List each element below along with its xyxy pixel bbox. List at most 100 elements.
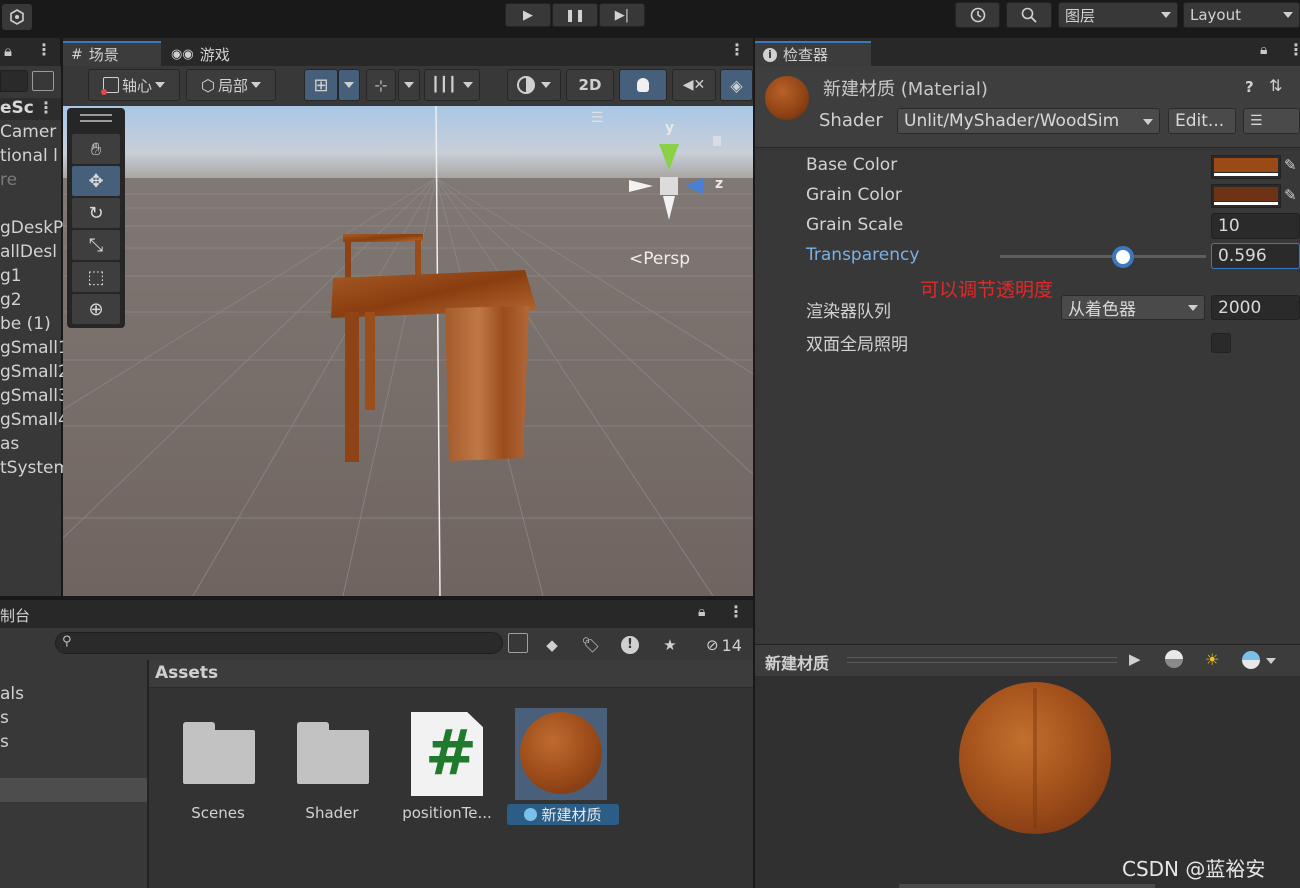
search-mode-icon[interactable] (508, 633, 528, 653)
asset-material-selected[interactable]: 新建材质 (507, 704, 619, 830)
rotate-tool-button[interactable]: ↻ (72, 198, 120, 228)
hierarchy-item[interactable]: gSmall1 (0, 338, 69, 358)
hierarchy-item[interactable]: re (0, 170, 17, 190)
layout-dropdown[interactable]: Layout (1183, 2, 1300, 28)
more-menu-icon[interactable]: ⋮ (1288, 40, 1300, 59)
eyedropper-icon[interactable]: ✎ (1284, 156, 1297, 174)
scene-root-row[interactable]: eSc ⋮ (0, 98, 61, 120)
grain-color-swatch[interactable] (1211, 184, 1281, 208)
palette-grip[interactable] (80, 114, 112, 122)
scene-viewport[interactable]: y z <Persp ☰ (63, 106, 753, 596)
project-search-input[interactable]: ⚲ (55, 632, 503, 654)
more-menu-icon[interactable]: ⋮ (36, 40, 52, 59)
render-queue-input[interactable]: 2000 (1211, 295, 1300, 320)
hierarchy-search-input[interactable] (0, 70, 28, 92)
ruler-dropdown[interactable]: ┃┃┃ (424, 69, 480, 101)
hierarchy-item[interactable]: as (0, 434, 19, 454)
toggle-2d-button[interactable]: 2D (566, 69, 614, 101)
effects-toggle[interactable]: ◈ (720, 69, 753, 101)
preview-lights-icon[interactable]: ☀ (1205, 650, 1219, 669)
transparency-input[interactable]: 0.596 (1211, 243, 1300, 269)
transform-icon: ⊕ (88, 298, 104, 320)
pause-button[interactable]: ❚❚ (552, 3, 598, 27)
render-queue-dropdown[interactable]: 从着色器 (1061, 295, 1205, 320)
gizmo-menu-icon[interactable]: ☰ (591, 110, 604, 126)
layers-dropdown[interactable]: 图层 (1058, 2, 1178, 28)
tab-game[interactable]: ◉◉ 游戏 (171, 42, 230, 66)
preview-mesh-icon[interactable] (1165, 650, 1183, 668)
tab-console[interactable]: 制台 (0, 603, 30, 628)
increment-snap-toggle[interactable]: ⊹ (366, 69, 396, 101)
asset-script-position[interactable]: # positionTe... (399, 710, 495, 830)
hierarchy-item[interactable]: gSmall4 (0, 410, 69, 430)
play-preview-icon[interactable]: ▶ (1129, 650, 1141, 668)
ruler-icon: ┃┃┃ (431, 77, 457, 93)
double-sided-gi-checkbox[interactable] (1211, 333, 1231, 353)
log-types-button[interactable]: ! (615, 632, 645, 658)
increment-snap-dropdown[interactable] (398, 69, 420, 101)
slider-thumb[interactable] (1111, 246, 1134, 268)
asset-folder-shader[interactable]: Shader (287, 710, 377, 830)
pivot-dropdown[interactable]: 轴心 (88, 69, 180, 101)
tree-item-selected[interactable] (0, 778, 147, 802)
grid-snap-toggle[interactable]: ⊞ (304, 69, 338, 101)
hierarchy-item[interactable]: be (1) (0, 314, 51, 334)
base-color-swatch[interactable] (1211, 155, 1281, 179)
filter-by-label-button[interactable]: 🏷︎ (576, 632, 606, 658)
more-menu-icon[interactable]: ⋮ (728, 602, 744, 621)
more-menu-icon[interactable]: ⋮ (729, 40, 745, 59)
grid-snap-icon: ⊞ (313, 74, 329, 96)
audio-toggle[interactable]: ◀✕ (672, 69, 716, 101)
lighting-toggle[interactable] (619, 69, 667, 101)
step-button[interactable]: ▶| (599, 3, 645, 27)
hidden-packages-button[interactable]: ⊘ 14 (698, 632, 750, 658)
lock-icon[interactable]: 🔒︎ (4, 42, 12, 60)
help-icon[interactable]: ? (1245, 78, 1254, 96)
favorites-button[interactable]: ★ (655, 632, 685, 658)
hierarchy-item[interactable]: Camer (0, 122, 56, 142)
tree-item[interactable]: s (0, 708, 9, 728)
grain-scale-input[interactable]: 10 (1211, 213, 1300, 239)
play-button[interactable]: ▶ (505, 3, 551, 27)
hierarchy-item[interactable]: allDesl (0, 242, 57, 262)
tab-inspector[interactable]: i 检查器 (755, 41, 871, 66)
shader-options-button[interactable]: ☰ (1243, 108, 1300, 134)
lock-icon[interactable]: 🔒︎ (698, 604, 705, 620)
transparency-slider[interactable] (1000, 245, 1206, 269)
grid-snap-dropdown[interactable] (338, 69, 360, 101)
hierarchy-item[interactable]: tional l (0, 146, 58, 166)
unity-logo-icon[interactable] (2, 4, 32, 30)
move-tool-button[interactable]: ✥ (72, 166, 120, 196)
shading-mode-dropdown[interactable] (507, 69, 561, 101)
shader-edit-button[interactable]: Edit... (1168, 108, 1236, 134)
search-button[interactable] (1006, 2, 1052, 28)
transform-tool-button[interactable]: ⊕ (72, 294, 120, 324)
history-button[interactable] (955, 2, 1000, 28)
hierarchy-item[interactable]: g2 (0, 290, 22, 310)
hierarchy-item[interactable]: gSmall3 (0, 386, 69, 406)
local-dropdown[interactable]: ⬡ 局部 (186, 69, 276, 101)
lock-icon[interactable]: 🔒︎ (1260, 42, 1267, 58)
chevron-down-icon[interactable] (1266, 658, 1276, 664)
scene-more-icon[interactable]: ⋮ (38, 98, 54, 117)
hierarchy-item[interactable]: tSystem (0, 458, 70, 478)
shader-dropdown[interactable]: Unlit/MyShader/WoodSim (897, 108, 1160, 134)
hierarchy-item[interactable]: g1 (0, 266, 22, 286)
scale-tool-button[interactable]: ⤡ (72, 230, 120, 260)
hierarchy-item[interactable]: gDeskP (0, 218, 63, 238)
filter-by-type-button[interactable]: ◆ (537, 632, 567, 658)
preview-drag-grip[interactable] (847, 657, 1117, 663)
preview-sky-icon[interactable] (1242, 651, 1260, 669)
tree-item[interactable]: als (0, 684, 24, 704)
eyedropper-icon[interactable]: ✎ (1284, 186, 1297, 204)
persp-label[interactable]: <Persp (629, 249, 690, 269)
tab-scene[interactable]: # 场景 (63, 41, 161, 66)
asset-folder-scenes[interactable]: Scenes (173, 710, 263, 830)
hierarchy-item[interactable]: gSmall2 (0, 362, 69, 382)
hand-tool-button[interactable]: ✋︎ (72, 134, 120, 164)
rect-tool-button[interactable]: ⬚ (72, 262, 120, 292)
hierarchy-search-mode-icon[interactable] (32, 71, 54, 91)
settings-sliders-icon[interactable]: ⇅ (1269, 76, 1282, 95)
tree-item[interactable]: s (0, 732, 9, 752)
scale-icon: ⤡ (88, 234, 104, 256)
